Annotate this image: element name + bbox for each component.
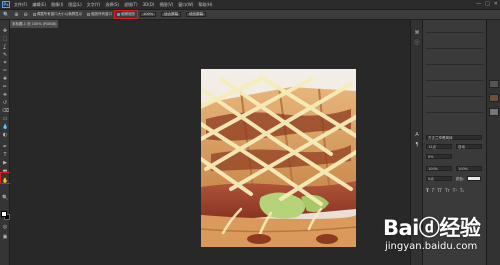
zoom-out-icon[interactable]: ⊖ bbox=[23, 12, 27, 18]
menu-type[interactable]: 文字(Y) bbox=[87, 2, 101, 8]
faux-bold-icon[interactable]: T bbox=[426, 188, 429, 193]
tracking-value: 0% bbox=[428, 155, 434, 159]
sandwich-photo bbox=[201, 69, 356, 247]
brush-icon[interactable]: ✏ bbox=[2, 84, 8, 90]
checkbox[interactable] bbox=[87, 13, 91, 16]
history-icon[interactable]: ⌘ bbox=[414, 30, 420, 36]
crop-icon[interactable]: ⌗ bbox=[2, 60, 8, 66]
faux-italic-icon[interactable]: T bbox=[432, 188, 434, 193]
marquee-icon[interactable]: ⬚ bbox=[2, 36, 8, 42]
layer-thumbnail[interactable] bbox=[489, 108, 499, 116]
document-tab-bar: 未标题-1 @ 100% (RGB/8) bbox=[10, 20, 410, 28]
info-icon[interactable]: ⓘ bbox=[414, 40, 420, 46]
tools-panel: ✥ ⬚ ʆ ✎ ⌗ ✑ ✚ ✏ ⎈ ↺ ⌫ ▭ 💧 ◐ ✒ T ▶ ▬ ✋ 🔍 … bbox=[0, 20, 10, 265]
text-color-swatch[interactable] bbox=[467, 176, 481, 181]
eraser-icon[interactable]: ⌫ bbox=[2, 108, 9, 114]
layer-thumbnail[interactable] bbox=[489, 94, 499, 102]
font-size-value: 12点 bbox=[428, 145, 436, 149]
zoom-icon[interactable]: 🔍 bbox=[2, 195, 8, 201]
document-image[interactable] bbox=[201, 69, 356, 247]
font-family-value: 方正兰亭黑简体 bbox=[428, 136, 453, 140]
gradient-icon[interactable]: ▭ bbox=[2, 116, 8, 122]
fit-screen-button[interactable]: 适合屏幕 bbox=[161, 12, 182, 17]
window-controls: — □ ✕ bbox=[476, 1, 498, 7]
healing-icon[interactable]: ✚ bbox=[2, 76, 8, 82]
resize-windows-option[interactable]: 调整所有窗口大小以满屏显示 bbox=[32, 12, 82, 17]
vertical-scale-value: 100% bbox=[428, 167, 439, 171]
lasso-icon[interactable]: ʆ bbox=[2, 44, 8, 50]
superscript-icon[interactable]: T¹ bbox=[453, 188, 457, 193]
divider bbox=[426, 64, 484, 65]
path-select-icon[interactable]: ▶ bbox=[2, 160, 8, 166]
close-icon[interactable]: ✕ bbox=[494, 1, 498, 7]
character-panel-icon[interactable]: A bbox=[414, 132, 420, 138]
divider bbox=[426, 32, 484, 33]
document-tab[interactable]: 未标题-1 @ 100% (RGB/8) bbox=[10, 20, 58, 28]
menu-layer[interactable]: 图层(L) bbox=[68, 2, 81, 8]
eyedropper-icon[interactable]: ✑ bbox=[2, 68, 8, 74]
menu-3d[interactable]: 3D(D) bbox=[143, 2, 155, 7]
divider bbox=[426, 96, 484, 97]
color-label: 颜色: bbox=[456, 177, 465, 181]
screen-mode-icon[interactable]: ▣ bbox=[2, 234, 8, 240]
dodge-icon[interactable]: ◐ bbox=[2, 132, 8, 138]
divider bbox=[426, 112, 484, 113]
highlight-box bbox=[114, 10, 138, 19]
photoshop-logo: Ps bbox=[2, 1, 10, 8]
clone-stamp-icon[interactable]: ⎈ bbox=[2, 92, 8, 98]
foreground-color-swatch[interactable] bbox=[1, 211, 7, 217]
fill-screen-button[interactable]: 填充屏幕 bbox=[186, 12, 207, 17]
checkbox[interactable] bbox=[32, 13, 36, 16]
baidu-logo: Baiⓓ经验 bbox=[383, 216, 481, 240]
leading-value: 自动 bbox=[458, 145, 465, 149]
baidu-jingyan-watermark: Baiⓓ经验 jingyan.baidu.com bbox=[383, 212, 500, 265]
quick-select-icon[interactable]: ✎ bbox=[2, 52, 8, 58]
pen-icon[interactable]: ✒ bbox=[2, 144, 8, 150]
maximize-icon[interactable]: □ bbox=[485, 1, 490, 7]
blur-icon[interactable]: 💧 bbox=[2, 124, 8, 130]
zoom-in-icon[interactable]: ⊕ bbox=[14, 12, 18, 18]
watermark-url: jingyan.baidu.com bbox=[385, 241, 478, 252]
all-caps-icon[interactable]: TT bbox=[437, 188, 442, 193]
menu-help[interactable]: 帮助(H) bbox=[198, 2, 212, 8]
menu-bar: Ps 文件(F) 编辑(E) 图像(I) 图层(L) 文字(Y) 选择(S) 滤… bbox=[0, 0, 500, 10]
move-icon[interactable]: ✥ bbox=[2, 28, 8, 34]
text-style-buttons: T T TT Tт T¹ T₁ bbox=[426, 188, 484, 193]
zoom-100-button[interactable]: 100% bbox=[140, 12, 157, 17]
paragraph-panel-icon[interactable]: ¶ bbox=[414, 142, 420, 148]
options-bar: 🔍 ⊕ ⊖ 调整所有窗口大小以满屏显示 缩放所有窗口 细微缩放 100% 适合屏… bbox=[0, 10, 500, 20]
small-caps-icon[interactable]: Tт bbox=[445, 188, 450, 193]
horizontal-scale-value: 100% bbox=[458, 167, 469, 171]
quick-mask-icon[interactable]: ◎ bbox=[2, 224, 8, 230]
minimize-icon[interactable]: — bbox=[476, 1, 481, 7]
menu-view[interactable]: 视图(V) bbox=[159, 2, 173, 8]
menu-file[interactable]: 文件(F) bbox=[14, 2, 27, 8]
layer-thumbnail[interactable] bbox=[489, 80, 499, 88]
menu-edit[interactable]: 编辑(E) bbox=[32, 2, 46, 8]
divider bbox=[426, 80, 484, 81]
baseline-shift-value: 0点 bbox=[428, 177, 434, 181]
menu-window[interactable]: 窗口(W) bbox=[178, 2, 193, 8]
zoom-all-windows-option[interactable]: 缩放所有窗口 bbox=[87, 12, 112, 17]
type-icon[interactable]: T bbox=[2, 152, 8, 158]
divider bbox=[426, 48, 484, 49]
subscript-icon[interactable]: T₁ bbox=[460, 188, 464, 193]
menu-filter[interactable]: 滤镜(T) bbox=[124, 2, 138, 8]
history-brush-icon[interactable]: ↺ bbox=[2, 100, 8, 106]
menu-image[interactable]: 图像(I) bbox=[51, 2, 63, 8]
menu-select[interactable]: 选择(S) bbox=[105, 2, 119, 8]
zoom-tool-icon: 🔍 bbox=[3, 11, 10, 18]
